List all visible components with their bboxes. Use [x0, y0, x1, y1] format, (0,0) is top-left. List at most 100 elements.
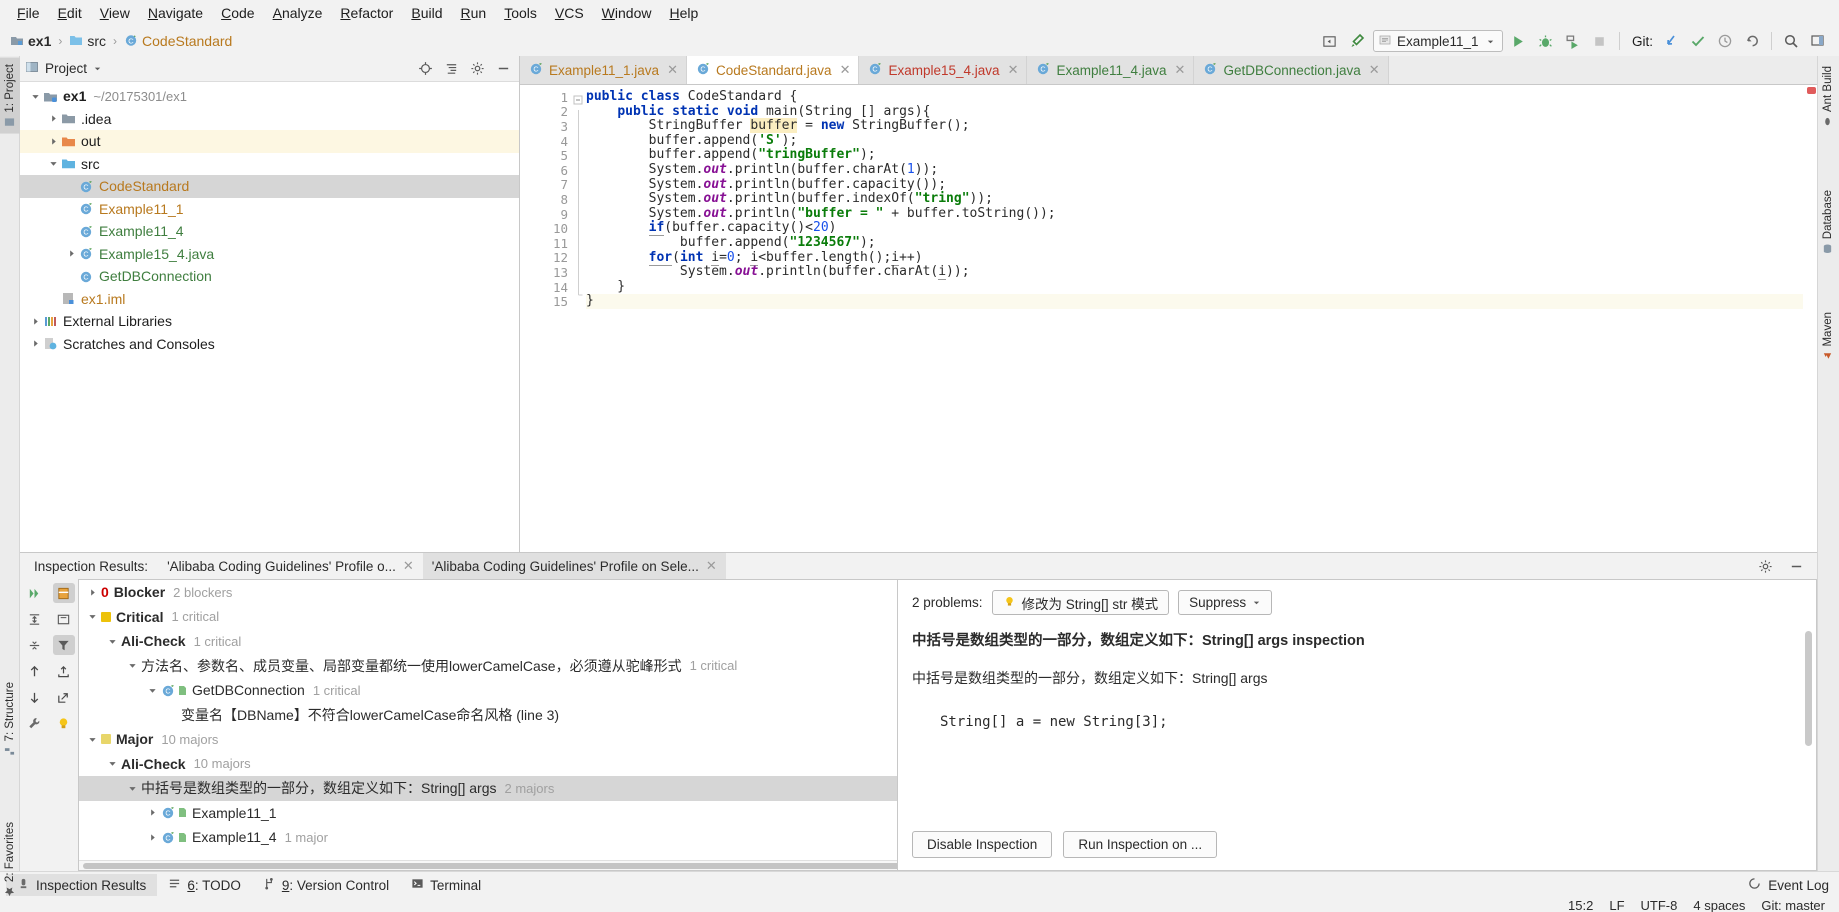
code-line-8[interactable]: System.out.println(buffer.indexOf("tring…: [586, 191, 1803, 207]
event-log-label[interactable]: Event Log: [1768, 878, 1829, 893]
tree-node-out[interactable]: out: [20, 130, 519, 153]
tree-node-src[interactable]: src: [20, 153, 519, 176]
code-line-12[interactable]: for(int i=0; i<buffer.length();i++): [586, 249, 1803, 266]
editor-error-stripe[interactable]: [1803, 85, 1817, 552]
tree-expand-arrow[interactable]: [46, 137, 60, 146]
sidebar-item-favorites[interactable]: 2: Favorites: [0, 816, 20, 903]
menu-item-vcs[interactable]: VCS: [546, 3, 593, 23]
inspection-expand-arrow[interactable]: [145, 686, 159, 695]
inspection-expand-arrow[interactable]: [85, 588, 99, 597]
search-icon[interactable]: [1780, 30, 1802, 52]
menu-item-navigate[interactable]: Navigate: [139, 3, 212, 23]
layout-icon[interactable]: [1807, 30, 1829, 52]
caret-position[interactable]: 15:2: [1568, 898, 1593, 912]
gutter-line-5[interactable]: 5: [520, 148, 572, 163]
tree-node-external-libraries[interactable]: External Libraries: [20, 310, 519, 333]
breadcrumb-item-ex1[interactable]: ex1: [6, 32, 55, 51]
inspection-expand-arrow[interactable]: [85, 735, 99, 744]
git-rollback-icon[interactable]: [1741, 30, 1763, 52]
hide-icon[interactable]: [492, 58, 514, 80]
scrollbar-thumb[interactable]: [83, 863, 897, 869]
description-scrollbar[interactable]: [1805, 631, 1812, 815]
expand-all-icon[interactable]: [24, 609, 46, 629]
inspection-row[interactable]: Ali-Check 10 majors: [79, 752, 897, 777]
menu-item-analyze[interactable]: Analyze: [264, 3, 332, 23]
gutter-line-14[interactable]: 14: [520, 280, 572, 295]
close-icon[interactable]: ✕: [403, 558, 414, 574]
menu-item-file[interactable]: File: [8, 3, 49, 23]
disable-inspection-button[interactable]: Disable Inspection: [912, 831, 1053, 858]
tree-node-example11-4[interactable]: C Example11_4: [20, 220, 519, 243]
gutter-line-10[interactable]: 10: [520, 221, 572, 236]
breadcrumb-item-src[interactable]: src: [65, 32, 110, 51]
prev-occurrence-icon[interactable]: [24, 661, 46, 681]
hide-icon[interactable]: [1785, 555, 1807, 577]
menu-item-view[interactable]: View: [91, 3, 139, 23]
menu-item-code[interactable]: Code: [212, 3, 263, 23]
inspection-expand-arrow[interactable]: [85, 612, 99, 621]
editor-tab-getdbconnection[interactable]: C GetDBConnection.java ✕: [1194, 56, 1389, 84]
gutter-line-6[interactable]: 6: [520, 163, 572, 178]
inspection-expand-arrow[interactable]: [105, 637, 119, 646]
code-line-6[interactable]: System.out.println(buffer.charAt(1));: [586, 162, 1803, 178]
git-history-icon[interactable]: [1714, 30, 1736, 52]
gutter-line-4[interactable]: 4: [520, 134, 572, 149]
statusbar-tab-inspection-results[interactable]: Inspection Results: [6, 874, 158, 896]
tree-expand-arrow[interactable]: [64, 249, 78, 258]
menu-item-build[interactable]: Build: [402, 3, 451, 23]
editor-gutter[interactable]: 1 2 3 4 5 6 7 8 9 10 11 12 13 14 15: [520, 85, 582, 552]
code-line-3[interactable]: StringBuffer buffer = new StringBuffer()…: [586, 118, 1803, 134]
gutter-line-13[interactable]: 13: [520, 265, 572, 280]
code-line-1[interactable]: public class CodeStandard {: [586, 89, 1803, 105]
code-line-4[interactable]: buffer.append('S');: [586, 133, 1803, 149]
close-icon[interactable]: ✕: [1369, 62, 1380, 78]
inspection-tab-2[interactable]: 'Alibaba Coding Guidelines' Profile on S…: [422, 553, 726, 579]
open-external-icon[interactable]: [53, 687, 75, 707]
run-inspection-on-button[interactable]: Run Inspection on ...: [1063, 831, 1218, 858]
export-icon[interactable]: [53, 661, 75, 681]
project-tree[interactable]: ex1 ~/20175301/ex1 .idea out src C CodeStandar…: [20, 82, 519, 552]
tree-expand-arrow[interactable]: [28, 339, 42, 348]
error-stripe-mark[interactable]: [1807, 87, 1816, 94]
description-content[interactable]: 中括号是数组类型的一部分，数组定义如下：String[] args inspec…: [898, 623, 1816, 823]
collapse-all-icon[interactable]: [440, 58, 462, 80]
code-line-15[interactable]: }: [586, 294, 1803, 309]
sidebar-item-database[interactable]: Database: [1818, 184, 1838, 260]
gear-icon[interactable]: [466, 58, 488, 80]
code-line-5[interactable]: buffer.append("tringBuffer");: [586, 148, 1803, 163]
tree-node-scratches-and-consoles[interactable]: Scratches and Consoles: [20, 333, 519, 356]
inspection-row[interactable]: Ali-Check 1 critical: [79, 629, 897, 654]
sidebar-item-structure[interactable]: 7: Structure: [0, 676, 20, 762]
code-line-2[interactable]: public static void main(String [] args){: [586, 104, 1803, 120]
editor-tab-example11_4[interactable]: C Example11_4.java ✕: [1027, 56, 1195, 84]
inspection-expand-arrow[interactable]: [145, 833, 159, 842]
inspection-row[interactable]: 方法名、参数名、成员变量、局部变量都统一使用lowerCamelCase，必须遵…: [79, 654, 897, 679]
sidebar-item-ant-build[interactable]: Ant Build: [1818, 60, 1838, 133]
code-line-7[interactable]: System.out.println(buffer.capacity());: [586, 177, 1803, 193]
menu-item-run[interactable]: Run: [451, 3, 495, 23]
locate-icon[interactable]: [414, 58, 436, 80]
debug-icon[interactable]: [1535, 30, 1557, 52]
quickfix-button[interactable]: 修改为 String[] str 模式: [991, 590, 1170, 615]
run-icon[interactable]: [1508, 30, 1530, 52]
rerun-icon[interactable]: [24, 583, 46, 603]
breadcrumb-item-codestandard[interactable]: C CodeStandard: [120, 32, 236, 51]
menu-item-edit[interactable]: Edit: [49, 3, 91, 23]
run-configuration-selector[interactable]: Example11_1: [1372, 30, 1503, 52]
gutter-line-15[interactable]: 15: [520, 294, 572, 309]
inspection-tab-1[interactable]: 'Alibaba Coding Guidelines' Profile o...…: [158, 553, 423, 579]
close-icon[interactable]: ✕: [840, 62, 851, 78]
git-update-icon[interactable]: [1660, 30, 1682, 52]
close-icon[interactable]: ✕: [667, 62, 678, 78]
tree-node-example11-1[interactable]: C Example11_1: [20, 198, 519, 221]
close-icon[interactable]: ✕: [1175, 62, 1186, 78]
gear-icon[interactable]: [1754, 555, 1776, 577]
close-icon[interactable]: ✕: [1008, 62, 1019, 78]
editor-tab-example15_4[interactable]: C Example15_4.java ✕: [859, 56, 1028, 84]
settings-wrench-icon[interactable]: [24, 713, 46, 733]
close-icon[interactable]: ✕: [706, 558, 717, 574]
wrench-icon[interactable]: [1346, 30, 1368, 52]
inspection-row[interactable]: Major 10 majors: [79, 727, 897, 752]
statusbar-tab-9-version-control[interactable]: 9: Version Control: [252, 874, 400, 896]
horizontal-scrollbar[interactable]: [79, 860, 897, 870]
